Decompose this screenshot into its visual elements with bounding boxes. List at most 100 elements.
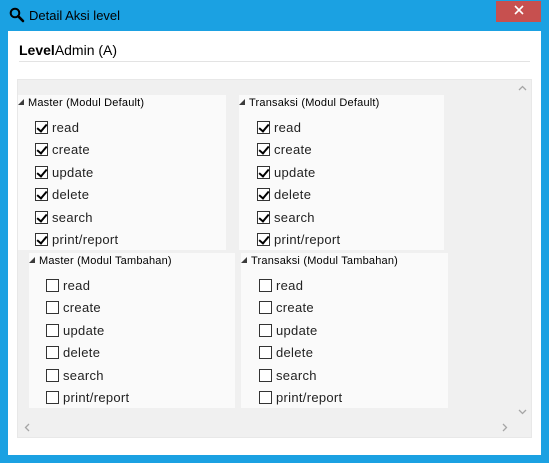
collapse-triangle-icon[interactable] (239, 99, 245, 105)
permission-checkbox-update[interactable]: update (257, 163, 316, 181)
checkbox-label: search (274, 209, 315, 225)
checkbox-label: print/report (276, 389, 343, 405)
vertical-scrollbar[interactable] (514, 80, 531, 421)
checkbox-label: read (52, 119, 80, 135)
dialog-body: LevelAdmin (A) Master (Modul Default) rea… (8, 31, 541, 455)
scroll-right-icon[interactable] (502, 423, 508, 435)
group-title: Transaksi (Modul Default) (249, 97, 380, 109)
checkbox-checked-icon[interactable] (257, 165, 270, 179)
permission-checkbox-search[interactable]: search (46, 366, 104, 384)
permission-group: Transaksi (Modul Tambahan) read create upda… (241, 253, 448, 408)
checkbox-unchecked-icon[interactable] (259, 368, 272, 382)
scroll-down-icon[interactable] (518, 408, 527, 418)
permission-checkbox-search[interactable]: search (257, 208, 315, 226)
checkbox-unchecked-icon[interactable] (259, 300, 272, 314)
permission-checkbox-delete[interactable]: delete (257, 185, 311, 203)
divider (19, 61, 530, 62)
close-button[interactable] (496, 1, 541, 22)
group-title: Master (Modul Default) (28, 97, 145, 109)
permission-checkbox-update[interactable]: update (35, 163, 94, 181)
checkbox-unchecked-icon[interactable] (259, 323, 272, 337)
checkbox-label: read (276, 277, 304, 293)
permission-checkbox-print-report[interactable]: print/report (35, 230, 118, 248)
permission-checkbox-delete[interactable]: delete (35, 185, 89, 203)
checkbox-unchecked-icon[interactable] (46, 368, 59, 382)
checkbox-unchecked-icon[interactable] (259, 278, 272, 292)
checkbox-label: delete (63, 344, 101, 360)
checkbox-label: create (274, 141, 312, 157)
permission-checkbox-print-report[interactable]: print/report (259, 388, 342, 406)
permissions-panel[interactable]: Master (Modul Default) read create update de… (17, 79, 532, 438)
checkbox-label: read (274, 119, 302, 135)
level-label: Level (19, 42, 55, 58)
horizontal-scrollbar[interactable] (18, 420, 515, 437)
permission-checkbox-create[interactable]: create (259, 298, 314, 316)
checkbox-unchecked-icon[interactable] (46, 345, 59, 359)
level-row: LevelAdmin (A) (19, 42, 117, 58)
checkbox-unchecked-icon[interactable] (259, 345, 272, 359)
collapse-triangle-icon[interactable] (241, 257, 247, 263)
checkbox-label: update (274, 164, 316, 180)
checkbox-checked-icon[interactable] (257, 232, 270, 246)
checkbox-label: update (63, 322, 105, 338)
search-icon (9, 7, 25, 23)
checkbox-checked-icon[interactable] (257, 142, 270, 156)
window-title: Detail Aksi level (29, 8, 121, 23)
checkbox-unchecked-icon[interactable] (46, 323, 59, 337)
checkbox-checked-icon[interactable] (257, 120, 270, 134)
checkbox-label: delete (276, 344, 314, 360)
checkbox-checked-icon[interactable] (35, 210, 48, 224)
permission-checkbox-print-report[interactable]: print/report (46, 388, 129, 406)
group-header[interactable]: Transaksi (Modul Tambahan) (241, 255, 398, 267)
permission-checkbox-read[interactable]: read (35, 118, 79, 136)
checkbox-unchecked-icon[interactable] (46, 390, 59, 404)
collapse-triangle-icon[interactable] (29, 257, 35, 263)
group-header[interactable]: Transaksi (Modul Default) (239, 97, 380, 109)
checkbox-checked-icon[interactable] (257, 187, 270, 201)
checkbox-label: update (276, 322, 318, 338)
scroll-left-icon[interactable] (24, 423, 30, 435)
checkbox-checked-icon[interactable] (257, 210, 270, 224)
permission-checkbox-delete[interactable]: delete (46, 343, 100, 361)
checkbox-label: read (63, 277, 91, 293)
checkbox-label: print/report (52, 231, 119, 247)
checkbox-unchecked-icon[interactable] (259, 390, 272, 404)
checkbox-label: create (276, 299, 314, 315)
checkbox-unchecked-icon[interactable] (46, 300, 59, 314)
permission-checkbox-delete[interactable]: delete (259, 343, 313, 361)
scrollbar-corner (514, 420, 531, 437)
checkbox-unchecked-icon[interactable] (46, 278, 59, 292)
permission-checkbox-print-report[interactable]: print/report (257, 230, 340, 248)
group-header[interactable]: Master (Modul Default) (18, 97, 144, 109)
permission-checkbox-update[interactable]: update (259, 321, 318, 339)
title-bar[interactable]: Detail Aksi level (0, 0, 549, 31)
group-title: Transaksi (Modul Tambahan) (251, 255, 399, 267)
group-title: Master (Modul Tambahan) (39, 255, 172, 267)
group-header[interactable]: Master (Modul Tambahan) (29, 255, 172, 267)
collapse-triangle-icon[interactable] (18, 99, 24, 105)
permission-checkbox-update[interactable]: update (46, 321, 105, 339)
checkbox-checked-icon[interactable] (35, 120, 48, 134)
permission-checkbox-create[interactable]: create (46, 298, 101, 316)
permission-checkbox-search[interactable]: search (35, 208, 93, 226)
scroll-up-icon[interactable] (518, 84, 527, 94)
checkbox-label: search (276, 367, 317, 383)
permission-checkbox-search[interactable]: search (259, 366, 317, 384)
checkbox-label: print/report (274, 231, 341, 247)
checkbox-label: create (52, 141, 90, 157)
checkbox-label: delete (274, 186, 312, 202)
checkbox-label: search (52, 209, 93, 225)
permission-checkbox-read[interactable]: read (46, 276, 90, 294)
checkbox-checked-icon[interactable] (35, 142, 48, 156)
permission-checkbox-create[interactable]: create (257, 140, 312, 158)
checkbox-checked-icon[interactable] (35, 187, 48, 201)
permission-group: Transaksi (Modul Default) read create updat… (239, 95, 444, 250)
checkbox-checked-icon[interactable] (35, 232, 48, 246)
permission-checkbox-create[interactable]: create (35, 140, 90, 158)
permission-group: Master (Modul Tambahan) read create update d… (29, 253, 235, 408)
checkbox-label: print/report (63, 389, 130, 405)
checkbox-label: create (63, 299, 101, 315)
permission-checkbox-read[interactable]: read (259, 276, 303, 294)
permission-checkbox-read[interactable]: read (257, 118, 301, 136)
checkbox-checked-icon[interactable] (35, 165, 48, 179)
